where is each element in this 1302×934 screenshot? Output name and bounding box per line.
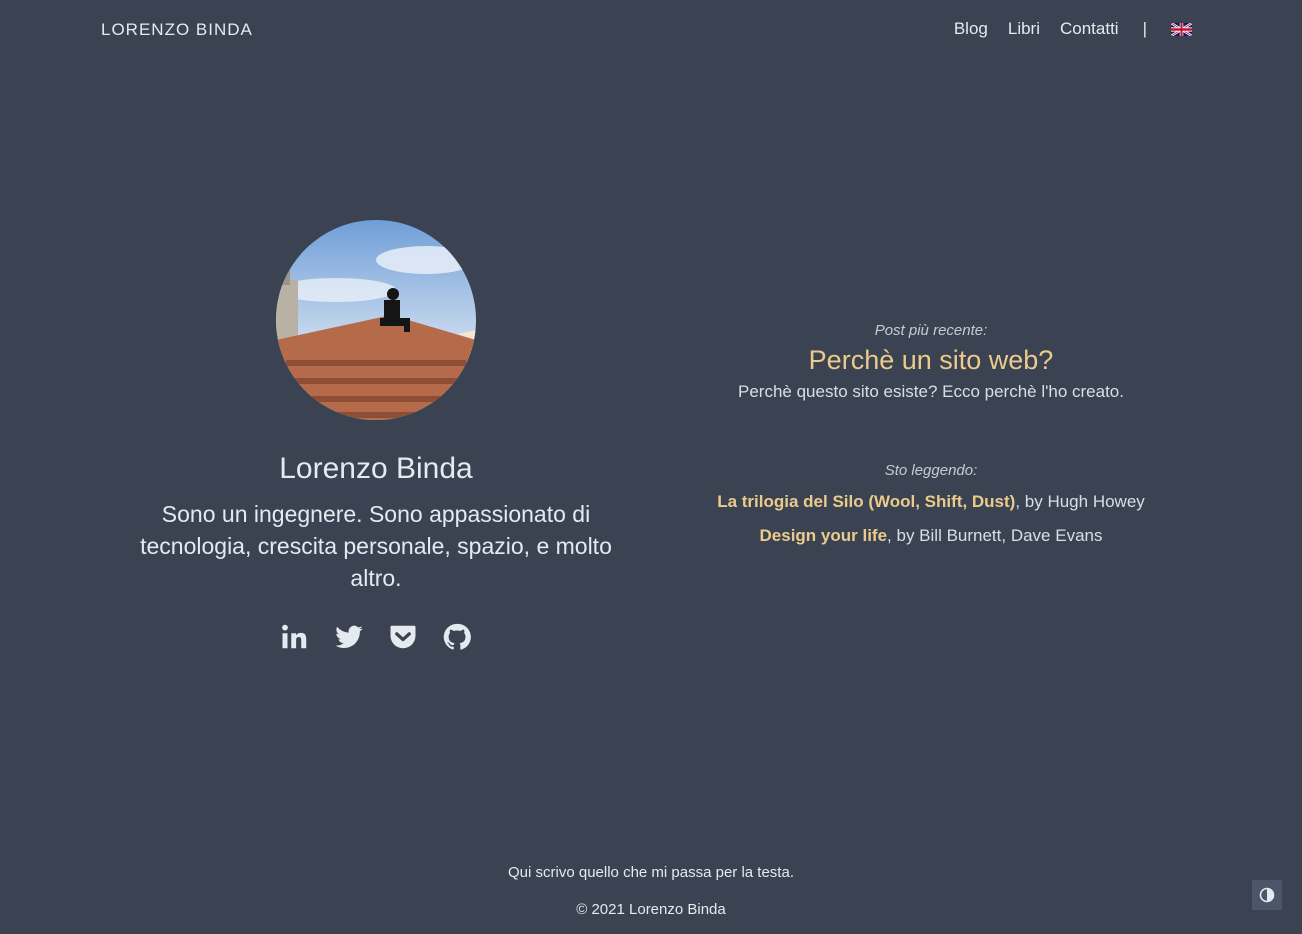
footer: Qui scrivo quello che mi passa per la te… <box>0 864 1302 918</box>
profile-section: Lorenzo Binda Sono un ingegnere. Sono ap… <box>101 220 651 652</box>
nav-separator: | <box>1142 19 1147 38</box>
highlights-section: Post più recente: Perchè un sito web? Pe… <box>660 322 1202 547</box>
book-item: La trilogia del Silo (Wool, Shift, Dust)… <box>660 491 1202 513</box>
reading-label: Sto leggendo: <box>884 462 978 479</box>
reading-section: Sto leggendo: La trilogia del Silo (Wool… <box>660 462 1202 547</box>
profile-bio: Sono un ingegnere. Sono appassionato di … <box>140 501 612 591</box>
profile-name: Lorenzo Binda <box>279 452 473 485</box>
nav-link-blog[interactable]: Blog <box>954 19 988 39</box>
book-title-link[interactable]: La trilogia del Silo (Wool, Shift, Dust) <box>717 492 1015 511</box>
twitter-icon <box>335 625 363 649</box>
profile-avatar <box>276 220 476 420</box>
book-item: Design your life, by Bill Burnett, Dave … <box>660 525 1202 547</box>
linkedin-icon <box>282 624 307 649</box>
page: LORENZO BINDA Blog Libri Contatti | Lore… <box>0 0 1302 934</box>
footer-copyright: © 2021 Lorenzo Binda <box>576 901 726 918</box>
pocket-icon <box>390 625 416 649</box>
contrast-icon <box>1259 887 1275 903</box>
github-icon <box>443 623 471 650</box>
nav-links: Blog Libri Contatti | <box>954 19 1192 39</box>
uk-flag-icon <box>1171 22 1192 36</box>
latest-post-title[interactable]: Perchè un sito web? <box>660 345 1202 376</box>
site-brand[interactable]: LORENZO BINDA <box>101 20 253 40</box>
language-switch[interactable] <box>1171 22 1192 36</box>
twitter-link[interactable] <box>334 622 364 652</box>
latest-post-summary: Perchè questo sito esiste? Ecco perchè l… <box>738 382 1124 401</box>
linkedin-link[interactable] <box>280 622 310 652</box>
latest-post-label: Post più recente: <box>874 322 988 339</box>
nav-link-contatti[interactable]: Contatti <box>1060 19 1119 39</box>
nav-link-libri[interactable]: Libri <box>1008 19 1040 39</box>
book-title-link[interactable]: Design your life <box>760 526 888 545</box>
navbar: LORENZO BINDA Blog Libri Contatti | <box>0 0 1302 62</box>
social-links <box>101 622 651 652</box>
footer-tagline: Qui scrivo quello che mi passa per la te… <box>508 864 794 881</box>
book-author: , by Bill Burnett, Dave Evans <box>887 526 1103 545</box>
github-link[interactable] <box>442 622 472 652</box>
theme-toggle-button[interactable] <box>1252 880 1282 910</box>
pocket-link[interactable] <box>388 622 418 652</box>
book-author: , by Hugh Howey <box>1015 492 1145 511</box>
